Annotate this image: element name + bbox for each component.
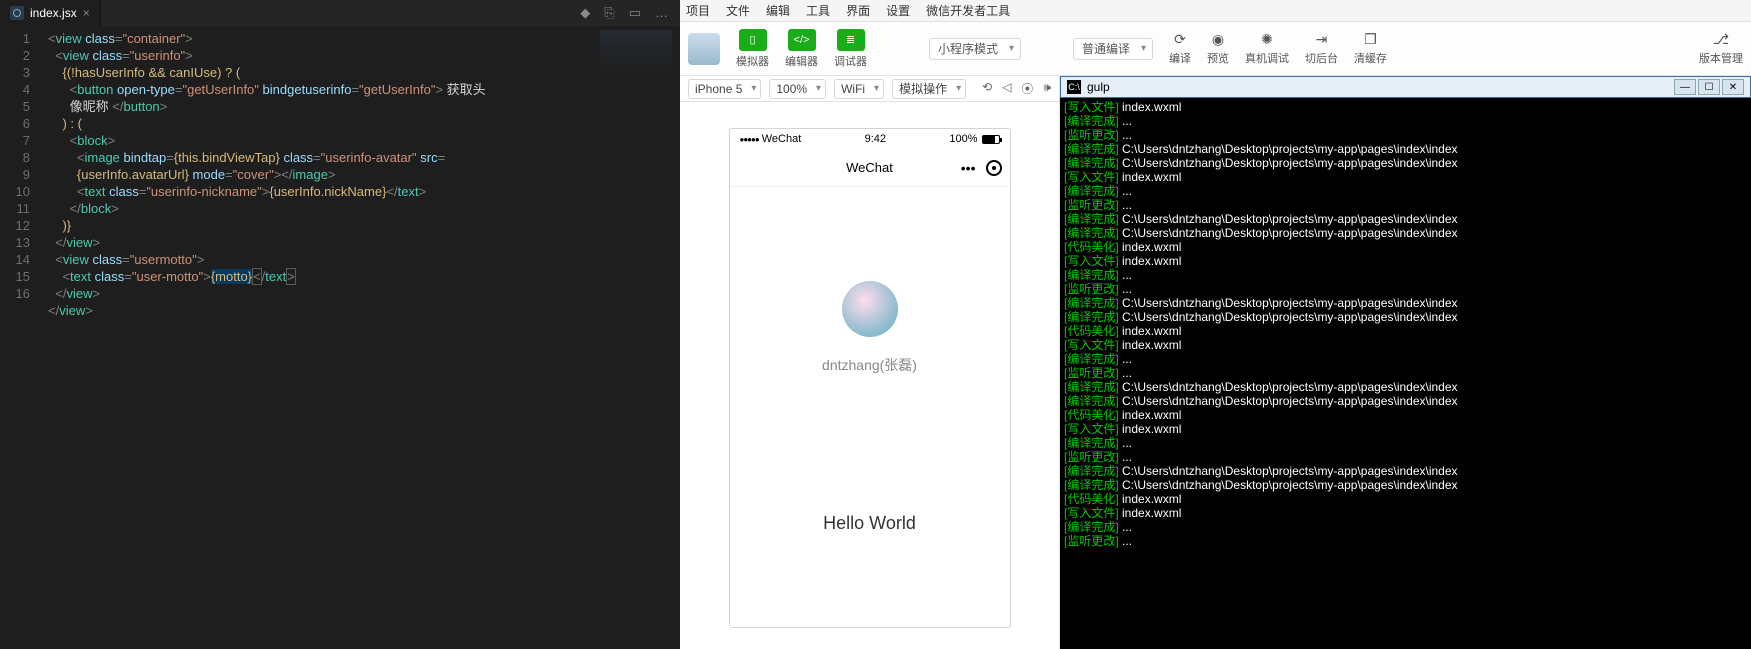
capsule-close-icon[interactable] <box>986 160 1002 176</box>
close-icon[interactable]: × <box>83 6 90 20</box>
menu-工具[interactable]: 工具 <box>806 2 830 19</box>
menu-bar: 项目文件编辑工具界面设置微信开发者工具 <box>680 0 1751 22</box>
phone-page: dntzhang(张磊) Hello World <box>730 187 1010 627</box>
toolbar: ▯模拟器 </>编辑器 ≣调试器 小程序模式 普通编译 ⟳编译 ◉预览 ✺真机调… <box>680 22 1751 76</box>
menu-微信开发者工具[interactable]: 微信开发者工具 <box>926 2 1010 19</box>
tab-filename: index.jsx <box>30 6 77 20</box>
project-avatar[interactable] <box>688 33 720 65</box>
minimap[interactable] <box>596 26 680 649</box>
mock-select[interactable]: 模拟操作 <box>892 79 966 99</box>
clear-cache-button[interactable]: ❒清缓存 <box>1354 31 1387 66</box>
debugger-button[interactable]: ≣调试器 <box>834 29 867 69</box>
simulator-button[interactable]: ▯模拟器 <box>736 29 769 69</box>
menu-文件[interactable]: 文件 <box>726 2 750 19</box>
remote-debug-button[interactable]: ✺真机调试 <box>1245 31 1289 66</box>
gulp-terminal: C:\ gulp — ☐ ✕ [写入文件] index.wxml[编译完成] .… <box>1060 76 1751 649</box>
tab-bar: index.jsx × ◆ ⎘ ▭ … <box>0 0 680 26</box>
background-button[interactable]: ⇥切后台 <box>1305 31 1338 66</box>
wechat-devtools: 项目文件编辑工具界面设置微信开发者工具 ▯模拟器 </>编辑器 ≣调试器 小程序… <box>680 0 1751 649</box>
phone-frame: WeChat 9:42 100% WeChat ••• dntzhang(张磊) <box>729 128 1011 628</box>
capsule-menu-icon[interactable]: ••• <box>961 160 976 176</box>
preview-button[interactable]: ◉预览 <box>1207 31 1229 66</box>
more-icon[interactable]: … <box>655 5 668 21</box>
volume-icon[interactable]: 🕪 <box>1043 80 1051 97</box>
back-icon[interactable]: ◁ <box>1002 80 1011 97</box>
signal-icon <box>740 133 759 145</box>
tab-index-jsx[interactable]: index.jsx × <box>0 0 101 26</box>
editor-button[interactable]: </>编辑器 <box>785 29 818 69</box>
compile-button[interactable]: ⟳编译 <box>1169 31 1191 66</box>
switch-icon: ⇥ <box>1312 31 1332 48</box>
simulator-area: WeChat 9:42 100% WeChat ••• dntzhang(张磊) <box>680 102 1059 649</box>
editor-actions: ◆ ⎘ ▭ … <box>580 5 680 21</box>
line-number-gutter: 12345678910111213141516 <box>0 26 48 649</box>
cmd-icon: C:\ <box>1067 80 1081 94</box>
terminal-titlebar[interactable]: C:\ gulp — ☐ ✕ <box>1060 76 1751 98</box>
nav-title: WeChat <box>846 160 893 175</box>
terminal-body[interactable]: [写入文件] index.wxml[编译完成] ...[监听更改] ...[编译… <box>1060 98 1751 649</box>
menu-编辑[interactable]: 编辑 <box>766 2 790 19</box>
phone-status-bar: WeChat 9:42 100% <box>730 129 1010 149</box>
home-icon[interactable]: ⦿ <box>1021 80 1033 97</box>
status-time: 9:42 <box>865 133 886 145</box>
menu-设置[interactable]: 设置 <box>886 2 910 19</box>
maximize-button[interactable]: ☐ <box>1698 79 1720 95</box>
version-button[interactable]: ⎇版本管理 <box>1699 31 1743 66</box>
phone-navbar: WeChat ••• <box>730 149 1010 187</box>
mode-select[interactable]: 小程序模式 <box>929 38 1021 60</box>
git-compare-icon[interactable]: ⎘ <box>604 5 614 21</box>
avatar[interactable] <box>842 281 898 337</box>
vscode-panel: index.jsx × ◆ ⎘ ▭ … 12345678910111213141… <box>0 0 680 649</box>
bug-icon: ✺ <box>1257 31 1277 48</box>
branch-icon: ⎇ <box>1711 31 1731 48</box>
refresh-icon: ⟳ <box>1170 31 1190 48</box>
menu-界面[interactable]: 界面 <box>846 2 870 19</box>
layers-icon: ❒ <box>1361 31 1381 48</box>
nickname-text: dntzhang(张磊) <box>822 355 917 375</box>
editor-body[interactable]: 12345678910111213141516 <view class="con… <box>0 26 680 649</box>
jsx-file-icon <box>10 6 24 20</box>
battery-icon <box>982 135 1000 144</box>
network-select[interactable]: WiFi <box>834 79 884 99</box>
split-editor-icon[interactable]: ▭ <box>629 5 641 21</box>
terminal-title: gulp <box>1087 80 1110 94</box>
device-select[interactable]: iPhone 5 <box>688 79 761 99</box>
eye-icon: ◉ <box>1208 31 1228 48</box>
close-button[interactable]: ✕ <box>1722 79 1744 95</box>
rotate-left-icon[interactable]: ⟲ <box>982 80 992 97</box>
code-area[interactable]: <view class="container"> <view class="us… <box>48 26 596 649</box>
zoom-select[interactable]: 100% <box>769 79 826 99</box>
compile-mode-select[interactable]: 普通编译 <box>1073 38 1153 60</box>
menu-项目[interactable]: 项目 <box>686 2 710 19</box>
minimize-button[interactable]: — <box>1674 79 1696 95</box>
simulator-column: iPhone 5 100% WiFi 模拟操作 ⟲ ◁ ⦿ 🕪 WeChat 9… <box>680 76 1060 649</box>
simulator-bar: iPhone 5 100% WiFi 模拟操作 ⟲ ◁ ⦿ 🕪 <box>680 76 1059 102</box>
motto-text: Hello World <box>823 513 916 534</box>
lint-icon[interactable]: ◆ <box>580 5 590 21</box>
